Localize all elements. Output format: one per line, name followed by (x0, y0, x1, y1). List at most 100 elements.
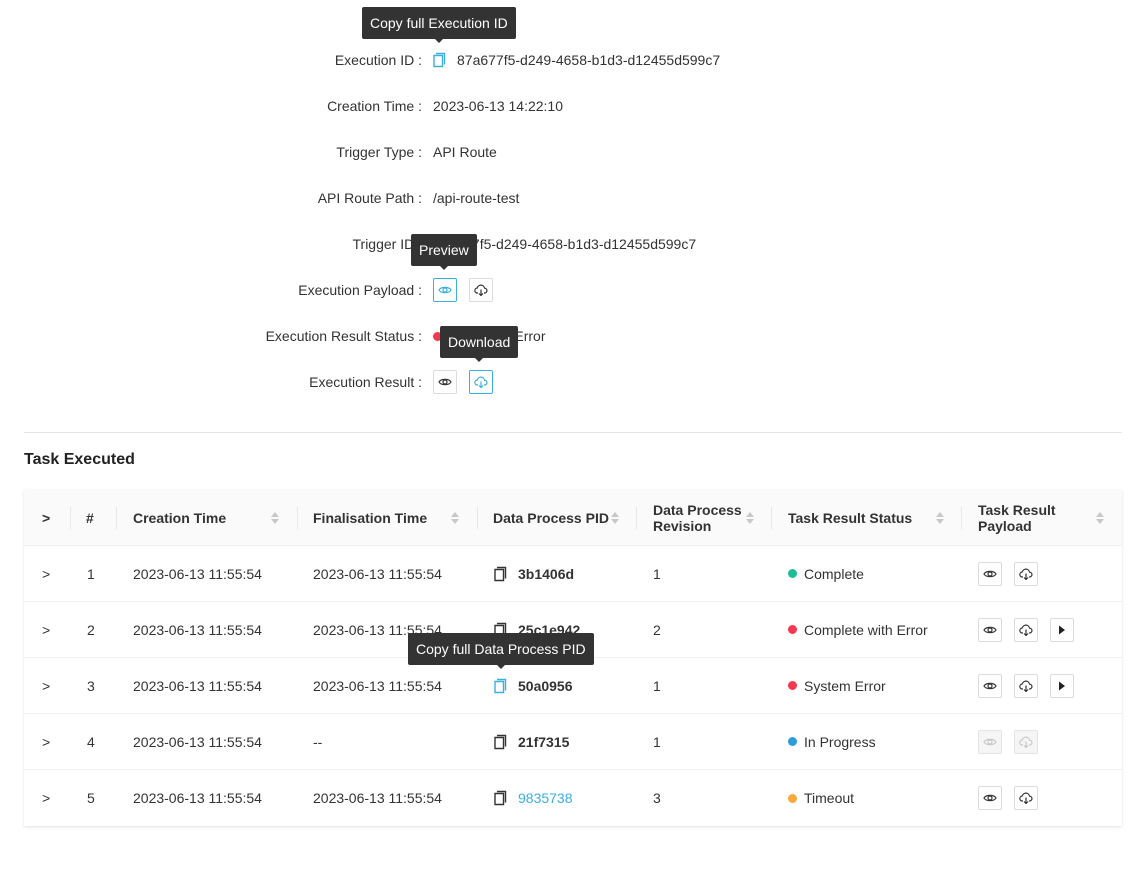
download-tooltip: Download (440, 326, 519, 362)
execution-result-status-label: Execution Result Status : (265, 328, 422, 344)
table-row: >5 2023-06-13 11:55:54 2023-06-13 11:55:54… (24, 770, 1122, 826)
execution-result-row: Execution Result : (0, 370, 1146, 394)
row-status: Timeout (804, 790, 855, 806)
expand-row-toggle[interactable]: > (42, 658, 50, 713)
play-icon (1059, 681, 1065, 690)
row-status: System Error (804, 677, 886, 694)
row-rerun-button[interactable] (1050, 673, 1074, 698)
result-download-button[interactable] (469, 370, 493, 394)
row-revision: 1 (653, 733, 661, 750)
column-separator (477, 507, 478, 529)
row-pid: 21f7315 (518, 733, 570, 750)
column-separator (636, 507, 637, 529)
row-finalisation-time: 2023-06-13 11:55:54 (313, 677, 442, 694)
column-separator (116, 507, 117, 529)
row-revision: 1 (653, 677, 661, 694)
creation-time-row: Creation Time : 2023-06-13 14:22:10 (0, 94, 1146, 118)
row-rerun-button[interactable] (1050, 617, 1074, 642)
row-status: Complete with Error (804, 621, 928, 638)
column-header-revision-line2: Revision (653, 517, 712, 534)
row-finalisation-time: 2023-06-13 11:55:54 (313, 790, 442, 806)
sort-icon[interactable] (1095, 511, 1105, 525)
cloud-download-icon (1019, 792, 1033, 804)
sort-icon[interactable] (610, 511, 620, 525)
copy-icon[interactable] (494, 566, 508, 582)
expand-row-toggle[interactable]: > (42, 602, 50, 657)
row-index: 4 (87, 733, 95, 750)
row-download-button[interactable] (1014, 617, 1038, 642)
eye-icon (438, 378, 452, 386)
cloud-download-icon (474, 376, 488, 388)
row-preview-button[interactable] (978, 673, 1002, 698)
column-header-index: # (86, 509, 94, 526)
trigger-id-label: Trigger ID : (352, 236, 423, 252)
row-creation-time: 2023-06-13 11:55:54 (133, 790, 262, 806)
section-title: Task Executed (24, 451, 135, 468)
row-preview-button (978, 729, 1002, 754)
execution-id-label: Execution ID : (334, 52, 422, 68)
section-divider (24, 432, 1122, 433)
column-header-creation-time[interactable]: Creation Time (133, 490, 226, 545)
copy-icon[interactable] (433, 52, 447, 68)
api-route-path-label: API Route Path : (317, 190, 422, 206)
column-separator (70, 507, 71, 529)
table-row: >4 2023-06-13 11:55:54 -- 21f7315 1 In Progre… (24, 714, 1122, 770)
copy-icon[interactable] (494, 734, 508, 750)
creation-time-value: 2023-06-13 14:22:10 (433, 98, 563, 114)
column-header-payload[interactable]: Task Result Payload (978, 490, 1056, 545)
cloud-download-icon (1019, 680, 1033, 692)
execution-result-label: Execution Result : (309, 374, 422, 390)
play-icon (1059, 625, 1065, 634)
copy-execution-id-tooltip: Copy full Execution ID (362, 7, 516, 43)
column-header-revision[interactable]: Data Process Revision (653, 490, 742, 545)
column-header-status[interactable]: Task Result Status (788, 490, 912, 545)
row-preview-button[interactable] (978, 786, 1002, 810)
cloud-download-icon (1019, 736, 1033, 748)
row-creation-time: 2023-06-13 11:55:54 (133, 677, 262, 694)
copy-pid-tooltip: Copy full Data Process PID (408, 633, 594, 669)
sort-icon[interactable] (745, 511, 755, 525)
trigger-type-value: API Route (433, 144, 497, 160)
row-creation-time: 2023-06-13 11:55:54 (133, 565, 262, 582)
cloud-download-icon (1019, 624, 1033, 636)
payload-preview-button[interactable] (433, 278, 457, 302)
copy-icon[interactable] (494, 678, 508, 694)
table-header: > # Creation Time Finalisation Time Data… (24, 490, 1122, 546)
row-pid: 50a0956 (518, 677, 573, 694)
expand-row-toggle[interactable]: > (42, 546, 50, 601)
eye-icon (983, 682, 997, 689)
row-pid[interactable]: 9835738 (518, 790, 573, 806)
expand-row-toggle[interactable]: > (42, 770, 50, 826)
column-header-payload-line2: Payload (978, 517, 1032, 534)
eye-icon (983, 570, 997, 577)
column-header-pid[interactable]: Data Process PID (493, 490, 609, 545)
execution-id-row: Execution ID : 87a677f5-d249-4658-b1d3-d… (0, 48, 1146, 72)
column-separator (961, 507, 962, 529)
row-preview-button[interactable] (978, 617, 1002, 642)
creation-time-label: Creation Time : (327, 98, 422, 114)
row-download-button[interactable] (1014, 561, 1038, 586)
payload-download-button[interactable] (469, 278, 493, 302)
expand-all-toggle[interactable]: > (42, 490, 50, 545)
status-dot (788, 737, 797, 746)
sort-icon[interactable] (270, 511, 280, 525)
column-separator (297, 507, 298, 529)
result-preview-button[interactable] (433, 370, 457, 394)
row-revision: 3 (653, 790, 661, 806)
row-finalisation-time: -- (313, 733, 323, 750)
row-status: In Progress (804, 733, 876, 750)
row-index: 2 (87, 621, 95, 638)
trigger-id-row: Trigger ID : 87a677f5-d249-4658-b1d3-d12… (0, 232, 1146, 256)
table-row: >3 2023-06-13 11:55:54 2023-06-13 11:55:54… (24, 658, 1122, 714)
cloud-download-icon (474, 284, 488, 296)
api-route-path-row: API Route Path : /api-route-test (0, 186, 1146, 210)
row-download-button[interactable] (1014, 673, 1038, 698)
sort-icon[interactable] (935, 511, 945, 525)
expand-row-toggle[interactable]: > (42, 714, 50, 769)
row-preview-button[interactable] (978, 561, 1002, 586)
sort-icon[interactable] (450, 511, 460, 525)
copy-icon[interactable] (494, 790, 508, 806)
column-header-payload-line1: Task Result (978, 501, 1056, 518)
row-download-button[interactable] (1014, 786, 1038, 810)
column-header-finalisation-time[interactable]: Finalisation Time (313, 490, 427, 545)
